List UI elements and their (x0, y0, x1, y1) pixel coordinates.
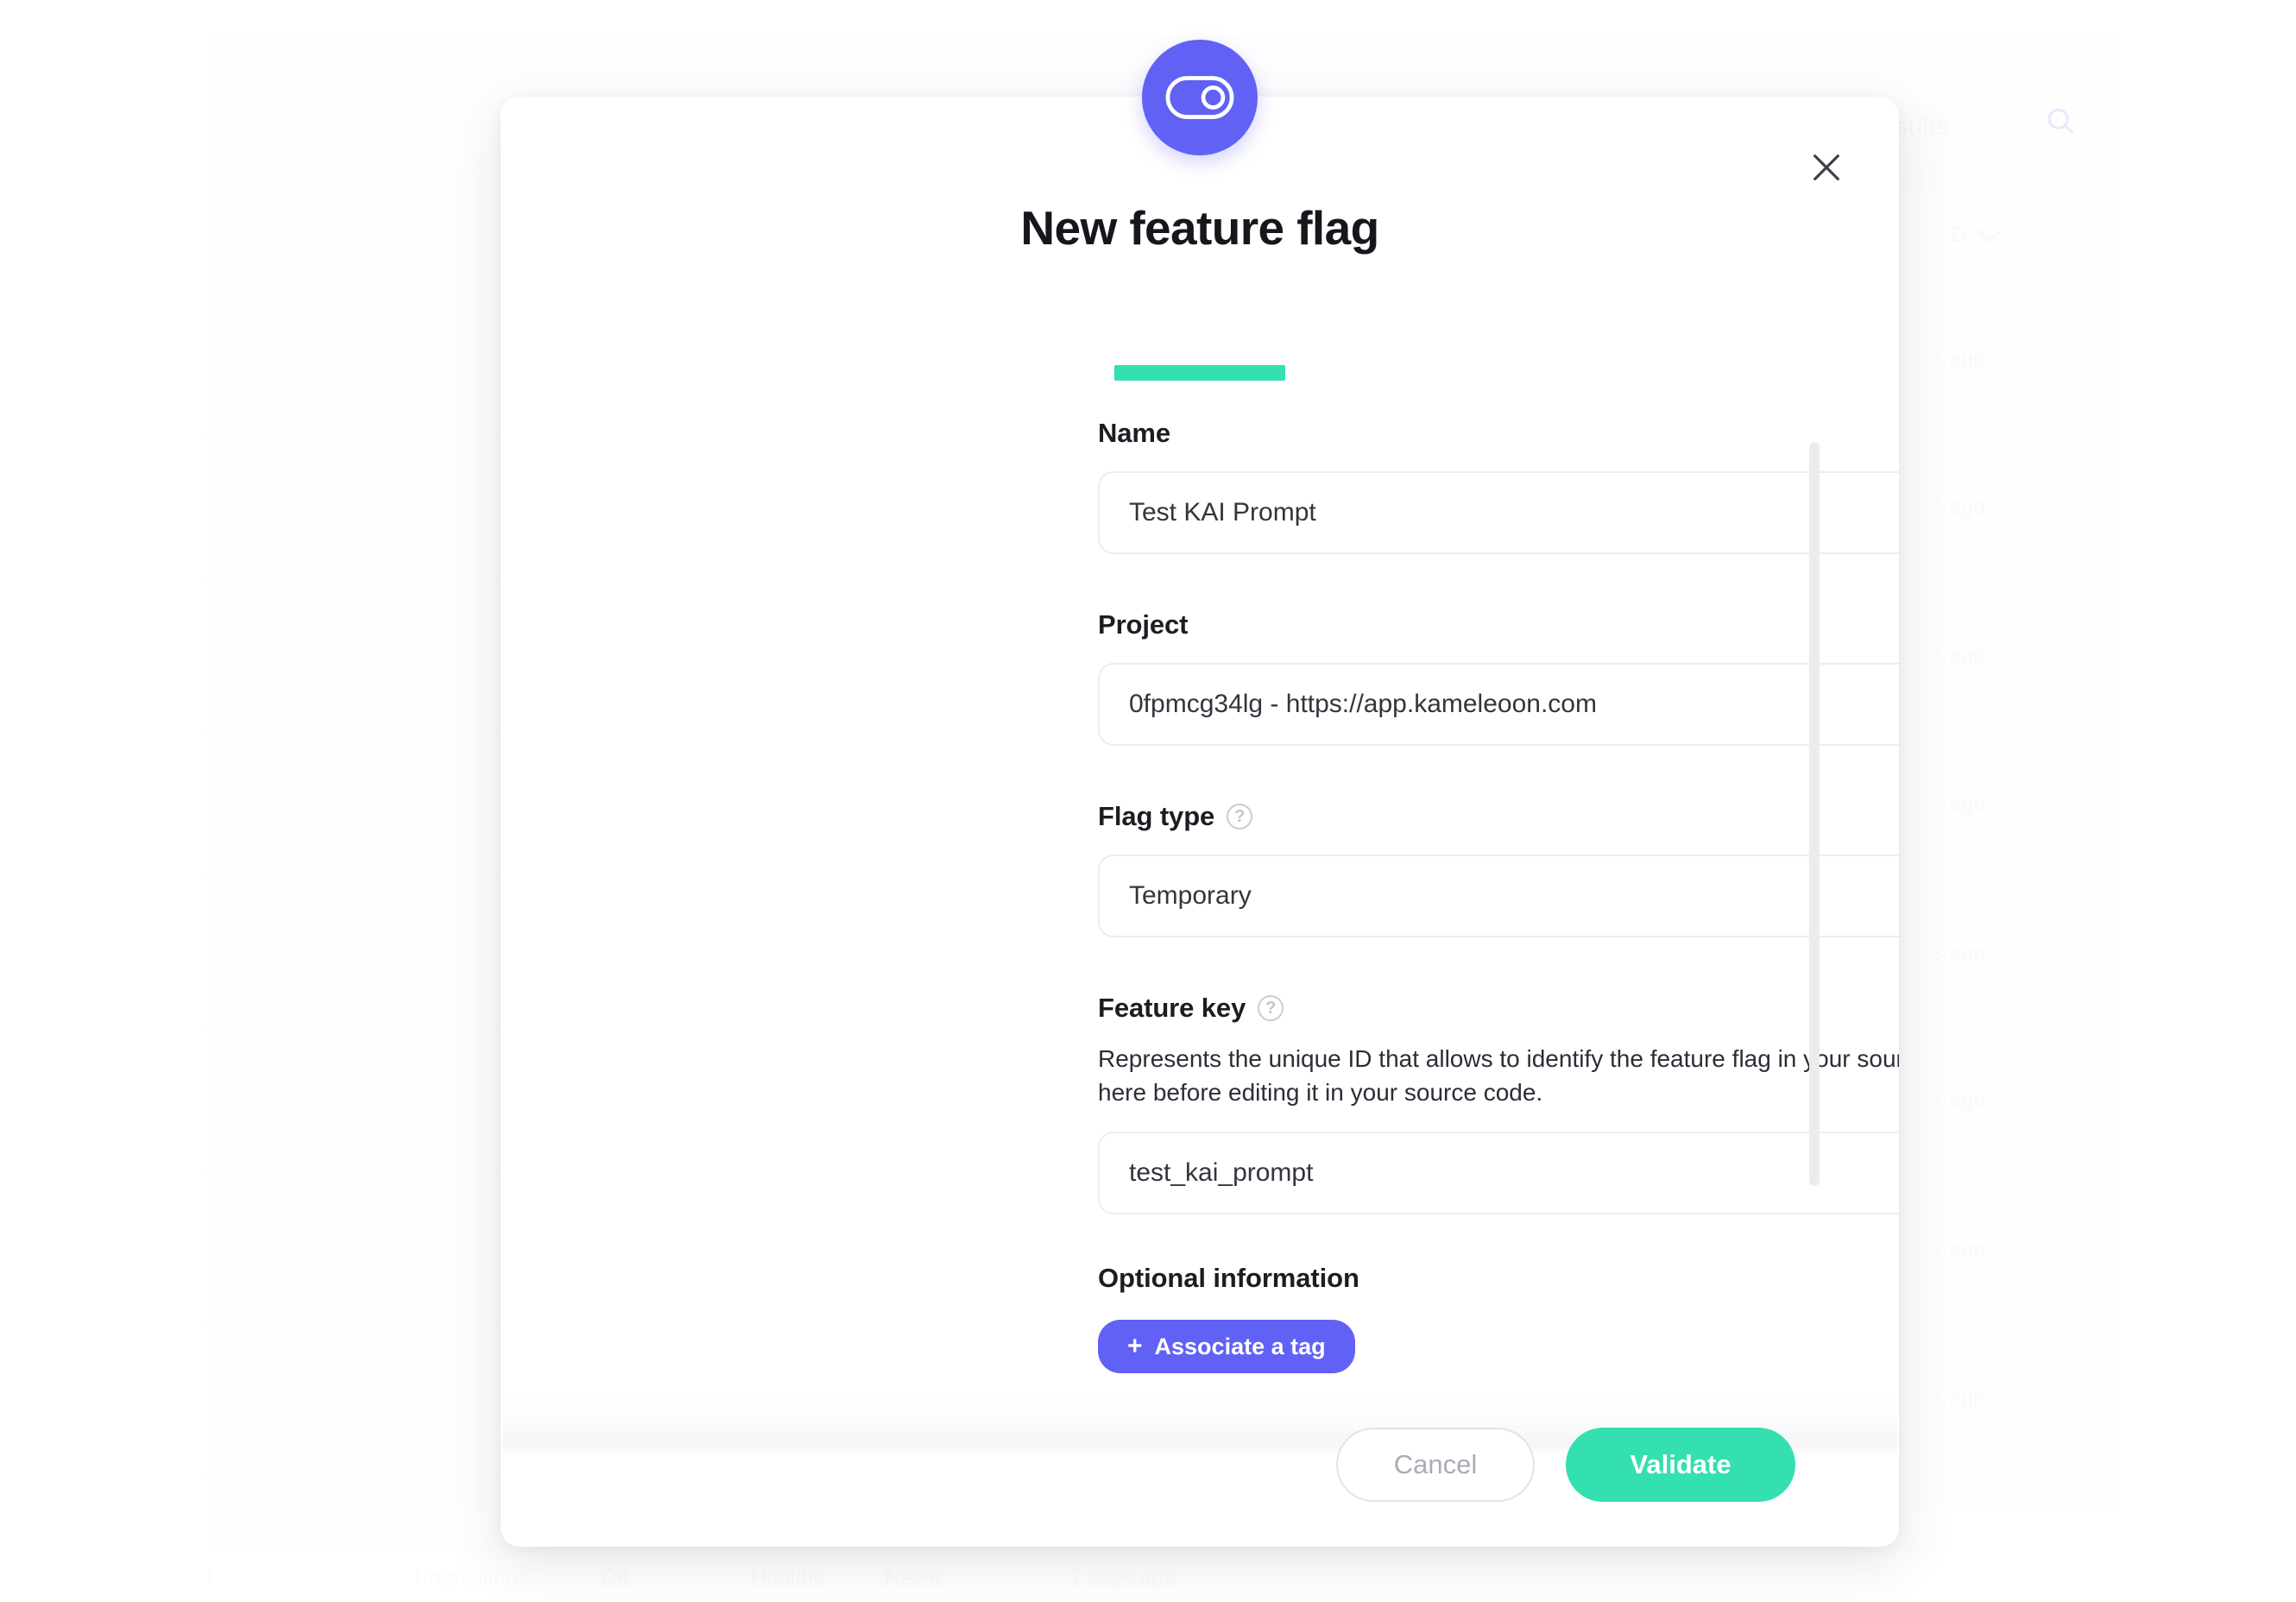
flag-type-select[interactable]: Temporary (1098, 855, 1899, 937)
field-flag-type: Flag type ? Temporary (1098, 801, 1899, 937)
title-underline (1114, 365, 1285, 381)
toggle-switch-icon (1142, 40, 1258, 155)
field-project-label-text: Project (1098, 609, 1188, 640)
plus-icon: + (1127, 1334, 1143, 1359)
page-title: New feature flag (501, 200, 1899, 255)
new-feature-flag-dialog: New feature flag Name Test KAI Prompt Pr… (501, 97, 1899, 1547)
modal-footer: Cancel Validate (501, 1383, 1899, 1547)
name-input[interactable]: Test KAI Prompt (1098, 471, 1899, 554)
feature-key-input[interactable]: test_kai_prompt (1098, 1132, 1899, 1214)
feature-key-description: Represents the unique ID that allows to … (1098, 1043, 1899, 1109)
close-icon[interactable] (1799, 140, 1854, 195)
field-feature-key-label-text: Feature key (1098, 993, 1246, 1024)
field-feature-key-label: Feature key ? (1098, 993, 1899, 1024)
section-optional-information: Optional information + Associate a tag (1098, 1263, 1899, 1373)
flag-type-select-value: Temporary (1129, 881, 1252, 911)
optional-information-label: Optional information (1098, 1263, 1899, 1294)
project-select[interactable]: 0fpmcg34lg - https://app.kameleoon.com (1098, 663, 1899, 746)
associate-a-tag-label: Associate a tag (1155, 1334, 1326, 1360)
field-feature-key: Feature key ? Represents the unique ID t… (1098, 993, 1899, 1214)
field-project: Project 0fpmcg34lg - https://app.kameleo… (1098, 609, 1899, 746)
field-flag-type-label: Flag type ? (1098, 801, 1899, 832)
field-name-label-text: Name (1098, 418, 1170, 449)
validate-button[interactable]: Validate (1566, 1428, 1795, 1502)
field-name-label: Name (1098, 418, 1899, 449)
optional-information-label-text: Optional information (1098, 1263, 1359, 1294)
help-circle-icon[interactable]: ? (1258, 995, 1284, 1021)
help-circle-icon[interactable]: ? (1227, 804, 1252, 829)
modal-scrollbar-thumb[interactable] (1809, 442, 1820, 1186)
project-select-value: 0fpmcg34lg - https://app.kameleoon.com (1129, 690, 1597, 719)
cancel-button[interactable]: Cancel (1336, 1428, 1535, 1502)
modal-scroll-body: Name Test KAI Prompt Project 0fpmcg34lg … (501, 418, 1899, 1454)
field-project-label: Project (1098, 609, 1899, 640)
field-name: Name Test KAI Prompt (1098, 418, 1899, 554)
associate-a-tag-button[interactable]: + Associate a tag (1098, 1320, 1355, 1373)
field-flag-type-label-text: Flag type (1098, 801, 1214, 832)
modal-scrollbar[interactable] (1809, 435, 1820, 1436)
